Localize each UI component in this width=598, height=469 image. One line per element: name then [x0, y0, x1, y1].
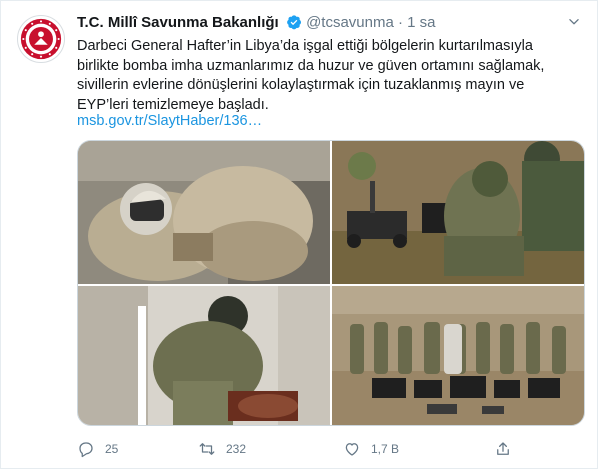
timestamp[interactable]: 1 sa	[407, 14, 435, 31]
tweet-text-line: Darbeci General Hafter’in Libya’da işgal…	[77, 38, 533, 54]
like-button[interactable]: 1,7 B	[343, 439, 399, 459]
chevron-down-icon[interactable]	[567, 15, 581, 29]
retweet-icon	[199, 443, 215, 455]
tweet-card[interactable]: T.C. Millî Savunma Bakanlığı @tcsavunma …	[0, 0, 598, 469]
tweet-text: Darbeci General Hafter’in Libya’da işgal…	[77, 37, 587, 115]
reply-icon	[79, 442, 93, 458]
verified-badge-icon	[287, 15, 301, 30]
author-handle[interactable]: @tcsavunma	[306, 14, 394, 31]
share-icon	[497, 442, 509, 455]
tweet-header: T.C. Millî Savunma Bakanlığı @tcsavunma …	[77, 14, 577, 34]
photo-soldier-interior[interactable]	[78, 286, 330, 425]
retweet-button[interactable]: 232	[198, 439, 246, 459]
ministry-emblem-icon	[20, 18, 62, 60]
tweet-link[interactable]: msb.gov.tr/SlaytHaber/136…	[77, 113, 262, 129]
tweet-text-line: birlikte bomba imha uzmanlarımız da huzu…	[77, 57, 545, 74]
retweet-count: 232	[226, 442, 247, 456]
heart-icon	[345, 443, 359, 456]
reply-button[interactable]: 25	[77, 439, 118, 459]
photo-robot-operators[interactable]	[332, 141, 584, 284]
photo-bomb-suit-soldier[interactable]	[78, 141, 330, 284]
author-name[interactable]: T.C. Millî Savunma Bakanlığı	[77, 14, 279, 31]
media-grid	[77, 140, 585, 426]
photo-team-equipment[interactable]	[332, 286, 584, 425]
tweet-actions: 25 232 1,7 B	[77, 439, 587, 459]
avatar[interactable]	[17, 15, 65, 63]
reply-count: 25	[105, 442, 119, 456]
like-count: 1,7 B	[371, 442, 400, 456]
separator-dot: ·	[398, 14, 403, 31]
tweet-text-line: sivillerin evlerine dönüşlerini kolaylaş…	[77, 77, 525, 94]
share-button[interactable]	[494, 439, 522, 459]
